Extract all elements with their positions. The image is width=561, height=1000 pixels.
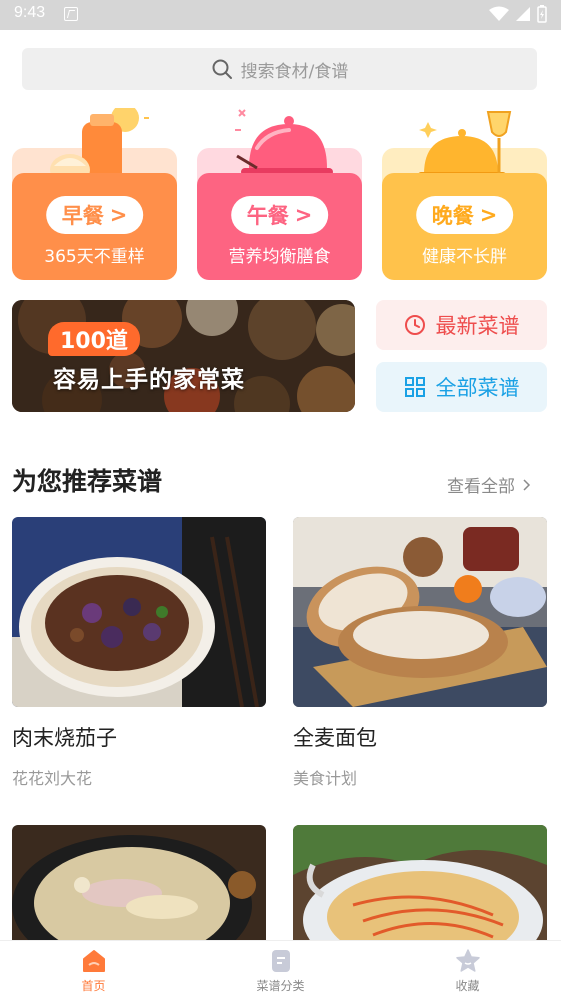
chevron-right-icon: [523, 478, 531, 491]
nav-item-categories[interactable]: 菜谱分类: [187, 941, 374, 1000]
home-cooking-banner[interactable]: 100道 容易上手的家常菜: [12, 300, 355, 412]
chevron-right-icon: >: [109, 203, 128, 227]
recipe-photo-bread: [293, 517, 547, 707]
status-bar: 9:43: [0, 0, 561, 30]
meal-pill: 晚餐 >: [415, 196, 514, 234]
nav-label: 首页: [81, 978, 106, 993]
chevron-right-icon: >: [294, 203, 313, 227]
bottom-nav: 首页 菜谱分类 收藏: [0, 940, 561, 1000]
star-icon: [455, 948, 480, 972]
nav-item-home[interactable]: 首页: [0, 941, 187, 1000]
banner-count-badge: 100道: [48, 322, 140, 356]
meal-subtitle: 营养均衡膳食: [228, 247, 331, 267]
chevron-right-icon: >: [479, 203, 498, 227]
clock-icon: [404, 315, 425, 335]
meal-label: 早餐: [61, 204, 104, 228]
recipe-photo-eggplant: [12, 517, 266, 707]
home-icon: [82, 949, 105, 972]
recipe-card[interactable]: [293, 825, 547, 940]
recipe-photo-noodles: [293, 825, 547, 940]
meal-card-lunch[interactable]: 午餐 > 营养均衡膳食: [197, 108, 362, 280]
recipe-card[interactable]: 肉末烧茄子 花花刘大花: [12, 517, 266, 789]
latest-recipes-label: 最新菜谱: [435, 314, 520, 338]
search-bar[interactable]: 搜索食材/食谱: [22, 48, 537, 90]
meal-card-breakfast[interactable]: 早餐 > 365天不重样: [12, 108, 177, 280]
wifi-icon: [489, 6, 509, 21]
banner-food-photo: [12, 300, 355, 412]
view-all-link[interactable]: 查看全部: [447, 472, 531, 497]
recipe-author: 花花刘大花: [12, 769, 93, 788]
meal-label: 午餐: [246, 204, 289, 228]
nav-label: 收藏: [455, 978, 480, 993]
recipe-card[interactable]: 全麦面包 美食计划: [293, 517, 547, 789]
meal-pill: 早餐 >: [45, 196, 144, 234]
all-recipes-label: 全部菜谱: [435, 376, 520, 400]
recipe-photo-soup: [12, 825, 266, 940]
grid-icon: [404, 377, 425, 397]
banner-title: 容易上手的家常菜: [53, 367, 245, 393]
recipe-book-icon: [271, 949, 290, 972]
recipe-name: 全麦面包: [293, 726, 377, 750]
all-recipes-button[interactable]: 全部菜谱: [376, 362, 547, 412]
search-placeholder: 搜索食材/食谱: [240, 61, 349, 82]
meal-subtitle: 健康不长胖: [422, 247, 507, 267]
recipe-author: 美食计划: [293, 769, 358, 788]
search-icon: [212, 59, 232, 79]
nav-label: 菜谱分类: [256, 978, 305, 993]
signal-icon: [516, 7, 530, 21]
status-time: 9:43: [14, 4, 46, 21]
meal-label: 晚餐: [431, 204, 474, 228]
recipe-name: 肉末烧茄子: [12, 726, 117, 750]
meal-card-dinner[interactable]: 晚餐 > 健康不长胖: [382, 108, 547, 280]
status-icons: [489, 5, 547, 23]
nav-item-favorites[interactable]: 收藏: [374, 941, 561, 1000]
recommended-section-title: 为您推荐菜谱: [12, 467, 163, 496]
recipe-card[interactable]: [12, 825, 266, 940]
view-all-label: 查看全部: [447, 477, 515, 497]
latest-recipes-button[interactable]: 最新菜谱: [376, 300, 547, 350]
meal-pill: 午餐 >: [230, 196, 329, 234]
battery-icon: [537, 5, 547, 23]
meal-subtitle: 365天不重样: [44, 247, 145, 267]
notification-a-icon: [64, 7, 78, 21]
